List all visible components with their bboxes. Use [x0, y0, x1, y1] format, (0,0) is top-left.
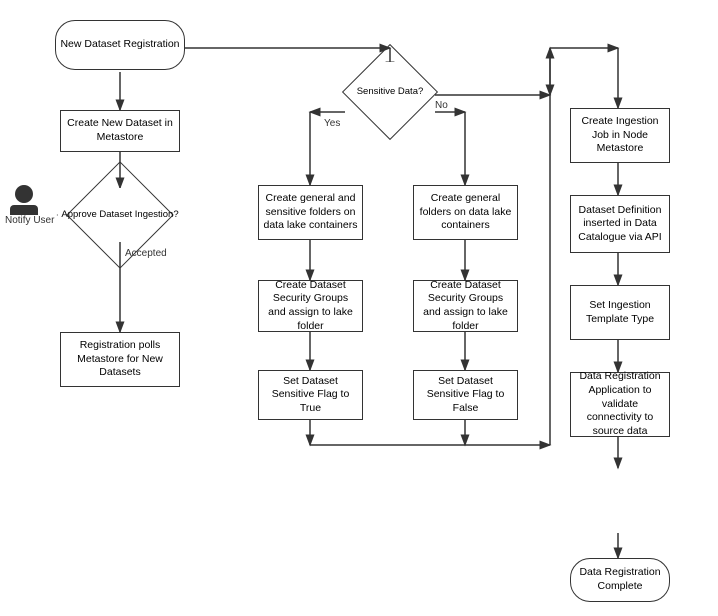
- new-dataset-registration-box: New Dataset Registration: [55, 20, 185, 70]
- set-ingestion-template-box: Set Ingestion Template Type: [570, 285, 670, 340]
- create-ingestion-job-box: Create Ingestion Job in Node Metastore: [570, 108, 670, 163]
- create-general-sensitive-box: Create general and sensitive folders on …: [258, 185, 363, 240]
- set-sensitive-false-box: Set Dataset Sensitive Flag to False: [413, 370, 518, 420]
- sensitive-data-diamond: Sensitive Data?: [345, 62, 435, 122]
- data-registration-app-box: Data Registration Application to validat…: [570, 372, 670, 437]
- registration-polls-box: Registration polls Metastore for New Dat…: [60, 332, 180, 387]
- set-sensitive-true-box: Set Dataset Sensitive Flag to True: [258, 370, 363, 420]
- create-new-dataset-box: Create New Dataset in Metastore: [60, 110, 180, 152]
- dataset-definition-box: Dataset Definition inserted in Data Cata…: [570, 195, 670, 253]
- data-registration-complete-box: Data Registration Complete: [570, 558, 670, 602]
- approve-ingestion-diamond: Approve Dataset Ingestion?: [58, 188, 182, 242]
- create-security-groups-general-box: Create Dataset Security Groups and assig…: [413, 280, 518, 332]
- flowchart-diagram: Notify User Rejected Accepted Yes No New…: [0, 0, 718, 616]
- notify-user-label: Notify User: [5, 215, 54, 226]
- no-label: No: [435, 100, 448, 111]
- create-security-groups-sensitive-box: Create Dataset Security Groups and assig…: [258, 280, 363, 332]
- create-general-folders-box: Create general folders on data lake cont…: [413, 185, 518, 240]
- yes-label: Yes: [324, 118, 340, 129]
